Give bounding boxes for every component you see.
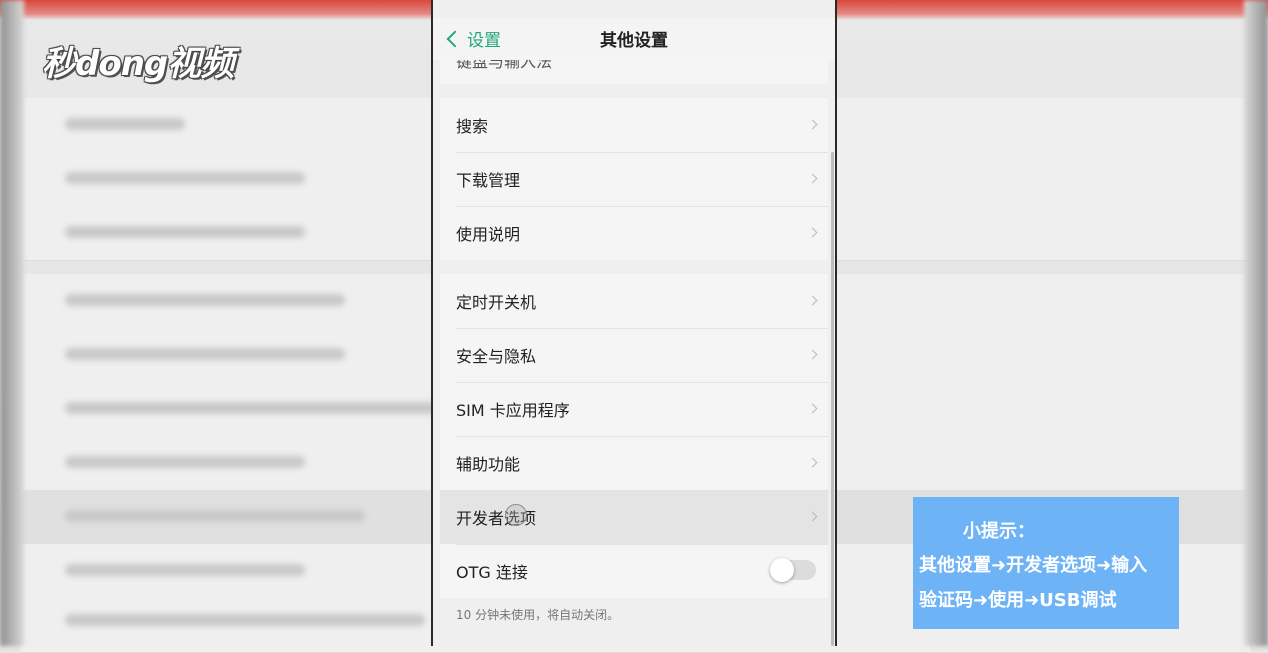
list-item-security-privacy[interactable]: 安全与隐私 [440, 328, 828, 382]
chevron-right-icon [807, 295, 818, 306]
otg-note: 10 分钟未使用，将自动关闭。 [456, 608, 620, 622]
list-item-label: 定时开关机 [456, 293, 537, 312]
chevron-right-icon [807, 349, 818, 360]
settings-group-1: 搜索 下载管理 使用说明 [440, 98, 828, 260]
scrollbar[interactable] [831, 152, 834, 646]
tip-line-2: 验证码➜使用➜USB调试 [919, 590, 1117, 611]
settings-group-2: 定时开关机 安全与隐私 SIM 卡应用程序 辅助功能 开发者选项 OTG 连接 [440, 274, 828, 598]
list-item-label: 下载管理 [456, 171, 521, 190]
list-item-label: 安全与隐私 [456, 347, 537, 366]
bg-edge [1244, 0, 1268, 646]
list-item-sim-toolkit[interactable]: SIM 卡应用程序 [440, 382, 828, 436]
list-item-developer-options[interactable]: 开发者选项 [440, 490, 828, 544]
list-item-download-manager[interactable]: 下载管理 [440, 152, 828, 206]
chevron-right-icon [807, 403, 818, 414]
tip-line-1: 其他设置➜开发者选项➜输入 [919, 555, 1148, 576]
toggle-knob [770, 558, 794, 582]
list-item-search[interactable]: 搜索 [440, 98, 828, 152]
otg-toggle[interactable] [770, 558, 816, 582]
list-item-label: 搜索 [456, 117, 489, 136]
tip-box: 小提示： 其他设置➜开发者选项➜输入 验证码➜使用➜USB调试 [913, 497, 1179, 629]
list-item-otg[interactable]: OTG 连接 [440, 544, 828, 598]
list-item-label: SIM 卡应用程序 [456, 401, 570, 420]
list-item-label: 使用说明 [456, 225, 521, 244]
tip-title: 小提示： [963, 521, 1035, 542]
chevron-right-icon [807, 457, 818, 468]
watermark-logo: 秒dong视频 [42, 44, 234, 84]
page-title: 其他设置 [600, 31, 668, 51]
phone-screen: 键盘与输入法 设置 其他设置 搜索 下载管理 使用说明 定时开关机 安全与隐私 [431, 0, 837, 646]
touch-indicator [505, 504, 527, 526]
chevron-right-icon [807, 227, 818, 238]
nav-header: 设置 其他设置 [433, 18, 835, 60]
list-item-label: OTG 连接 [456, 563, 528, 582]
list-item-label: 辅助功能 [456, 455, 521, 474]
chevron-right-icon [807, 119, 818, 130]
list-item-accessibility[interactable]: 辅助功能 [440, 436, 828, 490]
bg-edge [0, 0, 24, 646]
list-item-scheduled-power[interactable]: 定时开关机 [440, 274, 828, 328]
chevron-right-icon [807, 511, 818, 522]
chevron-right-icon [807, 173, 818, 184]
list-item-user-guide[interactable]: 使用说明 [440, 206, 828, 260]
